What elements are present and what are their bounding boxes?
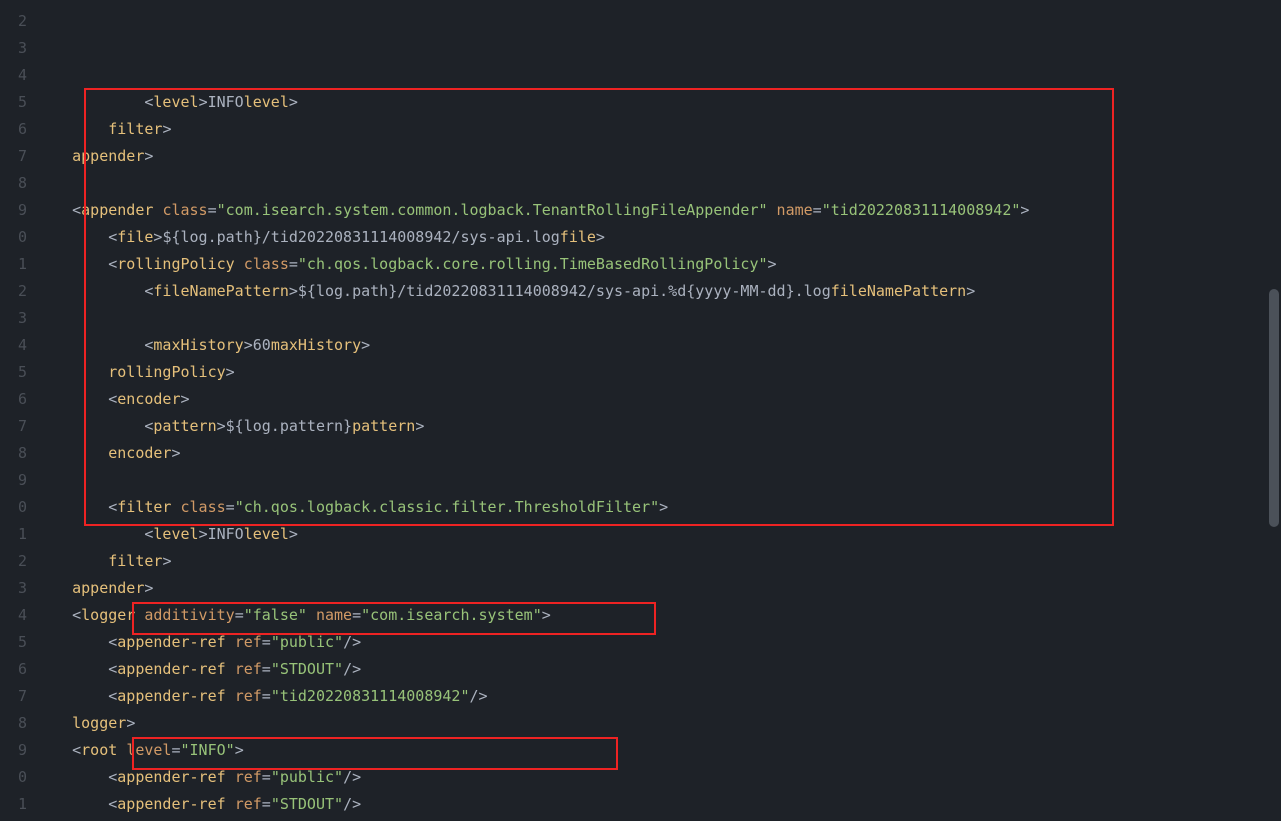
line-number: 0 [0,764,29,791]
line-number-gutter: 2 3 4 5 6 7 8 9 0 1 2 3 4 5 6 7 8 9 0 1 … [0,0,30,821]
code-line[interactable]: filter> [36,116,1281,143]
code-line[interactable] [36,467,1281,494]
code-line[interactable]: <appender-ref ref="public"/> [36,764,1281,791]
line-number: 9 [0,467,29,494]
code-line[interactable]: <fileNamePattern>${log.path}/tid20220831… [36,278,1281,305]
line-number: 2 [0,278,29,305]
line-number: 8 [0,440,29,467]
code-line[interactable]: <level>INFOlevel> [36,89,1281,116]
line-number: 5 [0,359,29,386]
line-number: 0 [0,494,29,521]
line-number: 1 [0,521,29,548]
code-line[interactable]: <appender-ref ref="tid20220831114008942"… [36,683,1281,710]
line-number: 6 [0,386,29,413]
line-number: 4 [0,602,29,629]
code-line[interactable]: <appender class="com.isearch.system.comm… [36,197,1281,224]
code-line[interactable]: <maxHistory>60maxHistory> [36,332,1281,359]
line-number: 8 [0,170,29,197]
line-number: 2 [0,548,29,575]
code-line[interactable]: rollingPolicy> [36,359,1281,386]
line-number: 7 [0,413,29,440]
line-number: 4 [0,62,29,89]
line-number: 1 [0,791,29,818]
line-number: 4 [0,332,29,359]
line-number: 8 [0,710,29,737]
code-line[interactable] [36,305,1281,332]
line-number: 9 [0,197,29,224]
code-line[interactable]: filter> [36,548,1281,575]
line-number: 1 [0,251,29,278]
line-number: 9 [0,737,29,764]
line-number: 3 [0,575,29,602]
code-line[interactable]: <file>${log.path}/tid20220831114008942/s… [36,224,1281,251]
code-line[interactable]: appender> [36,143,1281,170]
line-number: 7 [0,683,29,710]
line-number: 6 [0,116,29,143]
code-line[interactable]: <pattern>${log.pattern}pattern> [36,413,1281,440]
line-number: 6 [0,656,29,683]
code-line[interactable]: <root level="INFO"> [36,737,1281,764]
line-number: 7 [0,143,29,170]
line-number: 5 [0,89,29,116]
code-editor[interactable]: 2 3 4 5 6 7 8 9 0 1 2 3 4 5 6 7 8 9 0 1 … [0,0,1281,821]
code-line[interactable]: <rollingPolicy class="ch.qos.logback.cor… [36,251,1281,278]
code-area[interactable]: <level>INFOlevel> filter> appender> <app… [30,0,1281,821]
line-number: 3 [0,35,29,62]
scrollbar-track[interactable] [1267,0,1281,821]
line-number: 0 [0,224,29,251]
code-line[interactable]: <logger additivity="false" name="com.ise… [36,602,1281,629]
code-line[interactable]: appender> [36,575,1281,602]
code-line[interactable]: encoder> [36,440,1281,467]
code-line[interactable]: <encoder> [36,386,1281,413]
line-number: 5 [0,629,29,656]
code-line[interactable]: logger> [36,710,1281,737]
code-line[interactable]: <appender-ref ref="public"/> [36,629,1281,656]
code-line[interactable]: <filter class="ch.qos.logback.classic.fi… [36,494,1281,521]
line-number: 3 [0,305,29,332]
code-line[interactable]: <level>INFOlevel> [36,521,1281,548]
code-line[interactable]: <appender-ref ref="STDOUT"/> [36,656,1281,683]
scrollbar-thumb[interactable] [1269,289,1279,527]
code-line[interactable]: <appender-ref ref="STDOUT"/> [36,791,1281,818]
code-line[interactable] [36,170,1281,197]
line-number: 2 [0,8,29,35]
